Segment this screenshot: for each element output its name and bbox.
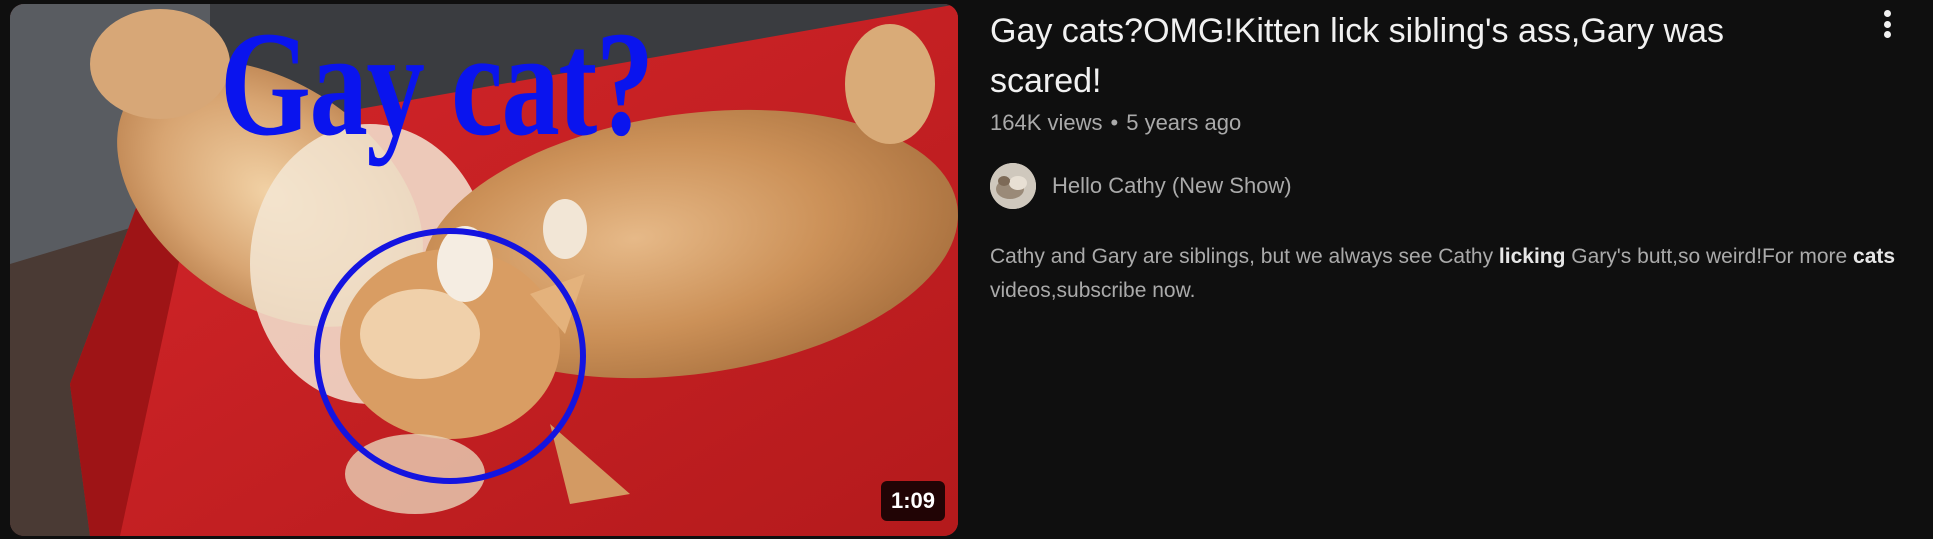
more-actions-button[interactable]	[1872, 6, 1902, 42]
thumbnail-overlay-text: Gay cat?	[220, 4, 654, 167]
more-vert-icon	[1883, 20, 1891, 28]
description-text: videos,subscribe now.	[990, 279, 1196, 302]
video-thumbnail[interactable]: Gay cat? 1:09	[10, 4, 958, 536]
video-result-row[interactable]: Gay cat? 1:09 Gay cats?OMG!Kitten lick s…	[0, 0, 1933, 539]
description-highlight: cats	[1853, 245, 1896, 268]
description-text: Cathy and Gary are siblings, but we alwa…	[990, 245, 1499, 268]
video-metadata: 164K views • 5 years ago	[990, 108, 1241, 138]
channel-link[interactable]: Hello Cathy (New Show)	[990, 163, 1292, 209]
video-details: Gay cats?OMG!Kitten lick sibling's ass,G…	[990, 0, 1920, 539]
meta-separator: •	[1110, 110, 1119, 135]
channel-avatar[interactable]	[990, 163, 1036, 209]
description-highlight: licking	[1498, 245, 1566, 268]
duration-badge: 1:09	[880, 481, 945, 521]
more-vert-icon	[1883, 10, 1891, 17]
video-title[interactable]: Gay cats?OMG!Kitten lick sibling's ass,G…	[990, 6, 1750, 106]
avatar-image	[990, 163, 1036, 209]
more-vert-icon	[1883, 31, 1891, 38]
description-text: Gary's butt,so weird!For more	[1565, 245, 1854, 268]
video-description-snippet: Cathy and Gary are siblings, but we alwa…	[990, 240, 1920, 308]
upload-age: 5 years ago	[1126, 110, 1242, 135]
view-count: 164K views	[990, 110, 1103, 135]
channel-name[interactable]: Hello Cathy (New Show)	[1052, 171, 1292, 201]
